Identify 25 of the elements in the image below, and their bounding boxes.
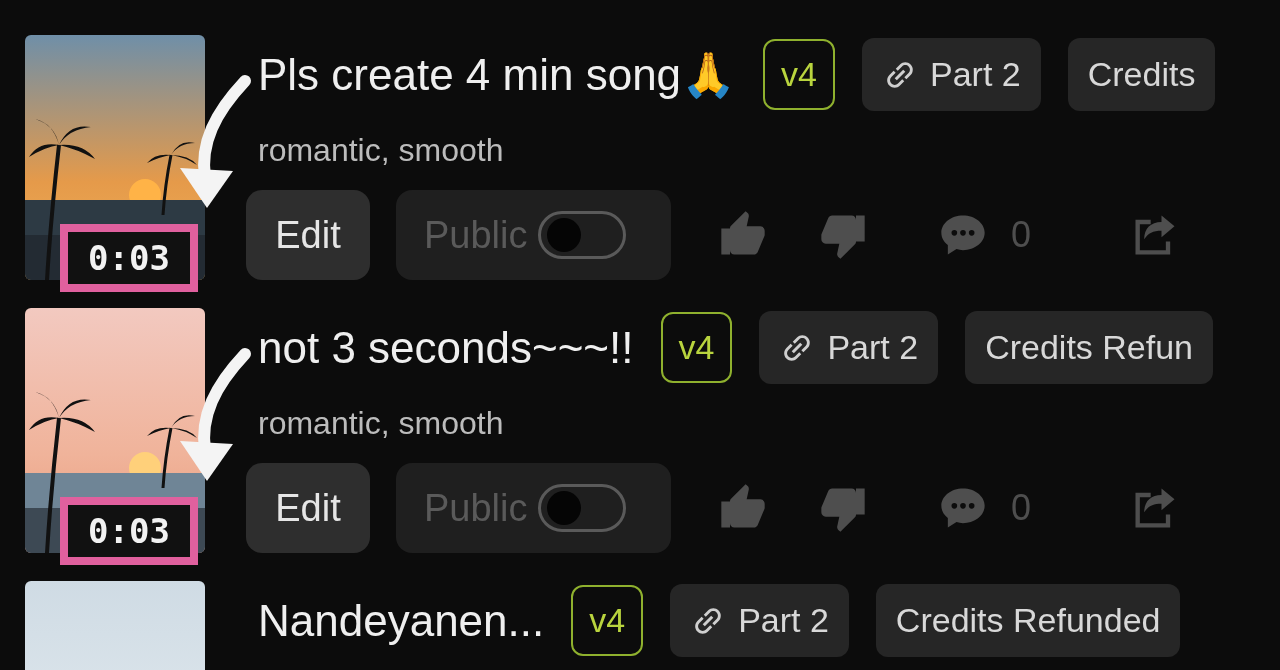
part-label: Part 2	[827, 328, 919, 367]
edit-button[interactable]: Edit	[246, 190, 370, 280]
part-label: Part 2	[738, 601, 829, 640]
version-badge: v4	[660, 312, 733, 383]
version-badge: v4	[571, 585, 644, 656]
status-chip: Credits Refun	[965, 311, 1214, 384]
comment-count: 0	[1011, 214, 1032, 256]
public-label: Public	[424, 213, 528, 257]
song-tags: romantic, smooth	[258, 132, 1280, 169]
status-chip: Credits	[1067, 38, 1216, 111]
duration-label: 0:03	[60, 497, 198, 565]
song-title[interactable]: Pls create 4 min song🙏	[258, 48, 737, 101]
version-badge: v4	[763, 39, 835, 110]
status-chip: Credits Refunded	[875, 584, 1181, 657]
duration-label: 0:03	[60, 224, 198, 292]
part-chip[interactable]: Part 2	[759, 311, 939, 384]
part-chip[interactable]: Part 2	[670, 584, 849, 657]
part-label: Part 2	[930, 55, 1021, 94]
comment-count: 0	[1011, 487, 1032, 529]
edit-button[interactable]: Edit	[246, 463, 370, 553]
part-chip[interactable]: Part 2	[862, 38, 1041, 111]
song-title[interactable]: not 3 seconds~~~!!	[258, 322, 634, 373]
song-tags: romantic, smooth	[258, 405, 1280, 442]
song-title[interactable]: Nandeyanen...	[258, 595, 545, 646]
public-label: Public	[424, 486, 528, 530]
